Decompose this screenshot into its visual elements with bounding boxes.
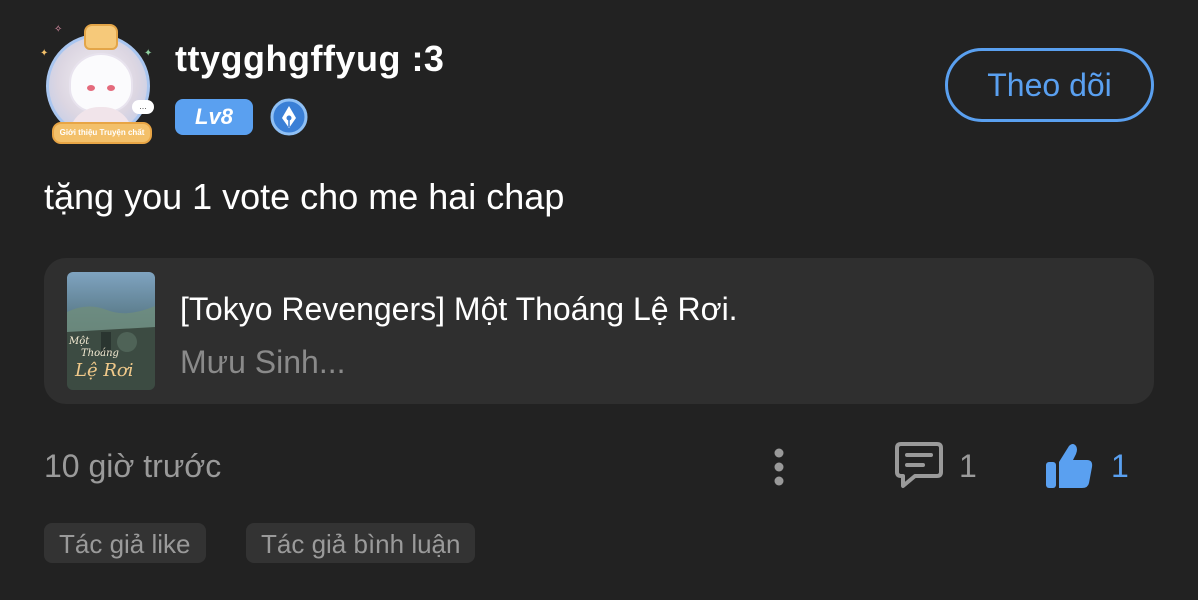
comment-button[interactable]: 1 xyxy=(893,440,993,492)
thumbs-up-icon xyxy=(1046,444,1093,488)
like-button[interactable]: 1 xyxy=(1043,440,1143,492)
star-icon: ✧ xyxy=(54,24,63,35)
story-cover-image: Một Thoáng Lệ Rơi xyxy=(67,272,155,390)
linked-story-card[interactable]: Một Thoáng Lệ Rơi [Tokyo Revengers] Một … xyxy=(44,258,1154,404)
comment-text: tặng you 1 vote cho me hai chap xyxy=(44,176,565,217)
follow-button[interactable]: Theo dõi xyxy=(945,48,1154,122)
story-cover-text: Một Thoáng Lệ Rơi xyxy=(69,336,134,381)
star-icon: ✦ xyxy=(40,48,49,59)
comment-icon xyxy=(895,442,943,488)
comment-post: ✦ ✦ ✧ ... Giới thiệu Truyện chất ttygghg… xyxy=(0,0,1198,600)
level-badge: Lv8 xyxy=(175,99,253,135)
comment-count: 1 xyxy=(959,448,977,484)
avatar-speech-bubble: ... xyxy=(132,100,154,114)
like-count: 1 xyxy=(1111,448,1129,484)
timestamp: 10 giờ trước xyxy=(44,448,222,484)
story-author: Mưu Sinh... xyxy=(180,344,346,380)
crown-icon xyxy=(84,24,118,50)
tag-author-commented[interactable]: Tác giả bình luận xyxy=(246,523,476,563)
avatar[interactable]: ✦ ✦ ✧ ... Giới thiệu Truyện chất xyxy=(40,18,160,146)
vertical-dots-icon xyxy=(774,448,784,486)
star-icon: ✦ xyxy=(144,48,153,59)
story-title: [Tokyo Revengers] Một Thoáng Lệ Rơi. xyxy=(180,291,738,327)
username[interactable]: ttygghgffyug :3 xyxy=(175,38,444,80)
pen-nib-icon xyxy=(270,98,308,136)
tag-author-liked[interactable]: Tác giả like xyxy=(44,523,206,563)
more-options-button[interactable] xyxy=(764,442,794,492)
avatar-frame-label: Giới thiệu Truyện chất xyxy=(52,122,152,144)
